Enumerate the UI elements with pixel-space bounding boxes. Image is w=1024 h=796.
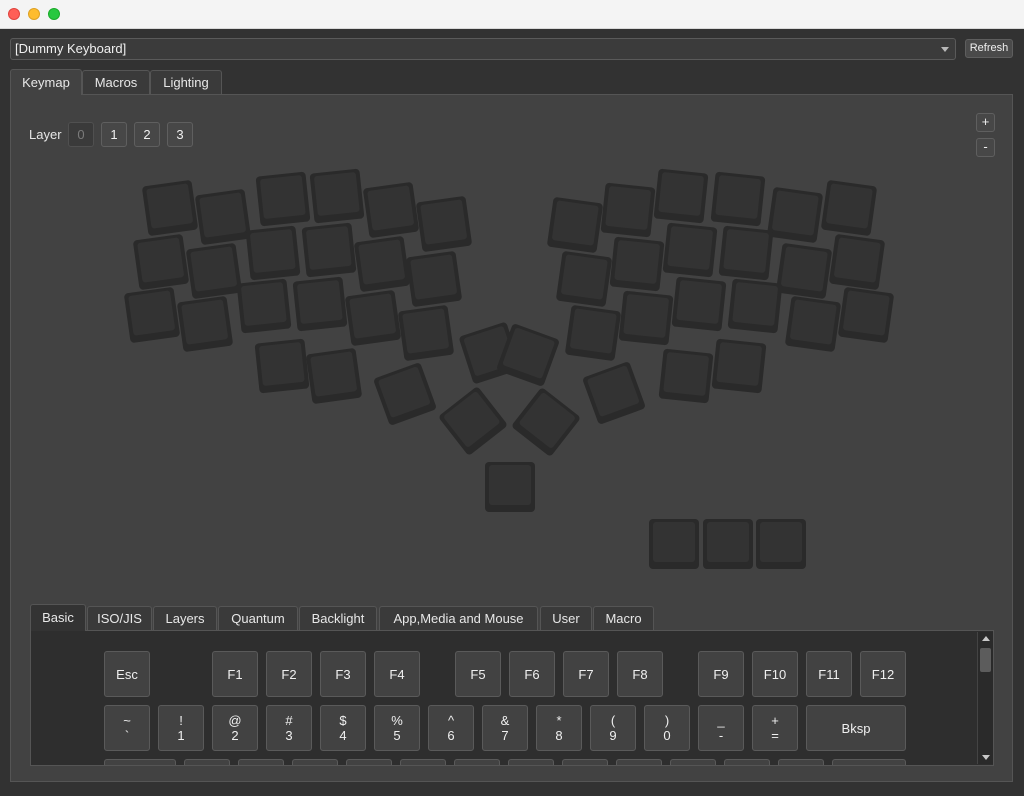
keycode-label: 5	[393, 728, 401, 743]
keycode-partial[interactable]	[778, 759, 824, 765]
layer-label: Layer	[29, 127, 62, 142]
keycode-label: 6	[447, 728, 455, 743]
close-window-icon[interactable]	[8, 8, 20, 20]
keycode-shift-label: @	[228, 713, 242, 728]
keycode-5[interactable]: % 5	[374, 705, 420, 751]
keycode-partial[interactable]	[238, 759, 284, 765]
keycode-label: 7	[501, 728, 509, 743]
layer-button-2[interactable]: 2	[134, 122, 160, 147]
keycode-shift-label: &	[500, 713, 510, 728]
keycode-partial[interactable]	[454, 759, 500, 765]
keycode--[interactable]: _ -	[698, 705, 744, 751]
keycode-shift-label: _	[717, 713, 725, 728]
keycode-=[interactable]: + =	[752, 705, 798, 751]
keycode-scrollbar[interactable]	[977, 632, 993, 764]
minimize-window-icon[interactable]	[28, 8, 40, 20]
tab-layers[interactable]: Layers	[153, 606, 217, 630]
keycode-3[interactable]: #3	[266, 705, 312, 751]
zoom-in-button[interactable]: +	[976, 113, 995, 132]
keycode-shift-label: !	[179, 713, 183, 728]
keycode-8[interactable]: * 8	[536, 705, 582, 751]
keycode-f9[interactable]: F9	[698, 651, 744, 697]
keycode-4[interactable]: $4	[320, 705, 366, 751]
keycode-1[interactable]: ! 1	[158, 705, 204, 751]
refresh-button[interactable]: Refresh	[965, 39, 1013, 58]
tab-user[interactable]: User	[540, 606, 592, 630]
keycode-label: 0	[663, 728, 671, 743]
keycode-esc[interactable]: Esc	[104, 651, 150, 697]
keycode-label: 8	[555, 728, 563, 743]
keycode-7[interactable]: & 7	[482, 705, 528, 751]
keycode-partial[interactable]	[104, 759, 176, 765]
keycode-2[interactable]: @2	[212, 705, 258, 751]
keycode-f10[interactable]: F10	[752, 651, 798, 697]
keycode-partial[interactable]	[670, 759, 716, 765]
keycode-partial[interactable]	[400, 759, 446, 765]
tab-keymap[interactable]: Keymap	[10, 69, 82, 95]
tab-backlight[interactable]: Backlight	[299, 606, 377, 630]
keycode-shift-label: *	[556, 713, 562, 728]
keycode-`[interactable]: ~ `	[104, 705, 150, 751]
keycode-f8[interactable]: F8	[617, 651, 663, 697]
keycode-partial[interactable]	[508, 759, 554, 765]
keycode-label: 3	[285, 728, 293, 743]
layer-button-3[interactable]: 3	[167, 122, 193, 147]
keycode-label: =	[771, 728, 779, 743]
keycode-label: 9	[609, 728, 617, 743]
tab-lighting[interactable]: Lighting	[150, 70, 222, 94]
keycode-partial[interactable]	[184, 759, 230, 765]
keycode-shift-label: +	[771, 713, 779, 728]
keycode-shift-label: %	[391, 713, 403, 728]
layer-button-1[interactable]: 1	[101, 122, 127, 147]
keycode-shift-label: ^	[447, 713, 455, 728]
keycode-shift-label: ~	[123, 713, 131, 728]
keycode-label: 1	[177, 728, 185, 743]
keycode-label: -	[718, 728, 724, 743]
tab-macros[interactable]: Macros	[82, 70, 150, 94]
keycode-f4[interactable]: F4	[374, 651, 420, 697]
tab-macro[interactable]: Macro	[593, 606, 654, 630]
keycode-partial[interactable]	[562, 759, 608, 765]
scroll-thumb[interactable]	[980, 648, 991, 672]
keycode-partial[interactable]	[724, 759, 770, 765]
keycode-f3[interactable]: F3	[320, 651, 366, 697]
keycode-f5[interactable]: F5	[455, 651, 501, 697]
chevron-down-icon	[941, 47, 949, 52]
keycode-shift-label: )	[664, 713, 670, 728]
keycode-label: `	[124, 728, 130, 743]
keycode-f6[interactable]: F6	[509, 651, 555, 697]
keycode-label: Bksp	[841, 720, 871, 736]
keycode-9[interactable]: (9	[590, 705, 636, 751]
scroll-down-icon[interactable]	[982, 755, 990, 760]
keycode-0[interactable]: ) 0	[644, 705, 690, 751]
keycode-label: 4	[339, 728, 347, 743]
keyboard-select[interactable]: [Dummy Keyboard]	[10, 38, 956, 60]
keycode-partial[interactable]	[616, 759, 662, 765]
tab-quantum[interactable]: Quantum	[218, 606, 298, 630]
tab-iso-jis[interactable]: ISO/JIS	[87, 606, 152, 630]
keycode-partial[interactable]	[292, 759, 338, 765]
tab-app-media-mouse[interactable]: App,Media and Mouse	[379, 606, 538, 630]
keycode-partial[interactable]	[346, 759, 392, 765]
keycode-f1[interactable]: F1	[212, 651, 258, 697]
layer-button-0[interactable]: 0	[68, 122, 94, 147]
keycode-label: 2	[231, 728, 239, 743]
keycode-f7[interactable]: F7	[563, 651, 609, 697]
keycode-partial[interactable]	[832, 759, 906, 765]
keyboard-select-value: [Dummy Keyboard]	[15, 41, 127, 56]
keycode-6[interactable]: ^ 6	[428, 705, 474, 751]
zoom-window-icon[interactable]	[48, 8, 60, 20]
scroll-up-icon[interactable]	[982, 636, 990, 641]
keycode-shift-label: $	[339, 713, 347, 728]
keycode-f2[interactable]: F2	[266, 651, 312, 697]
keycode-f11[interactable]: F11	[806, 651, 852, 697]
keycode-shift-label: #	[285, 713, 293, 728]
window-titlebar	[0, 0, 1024, 29]
tab-basic[interactable]: Basic	[30, 604, 86, 631]
zoom-out-button[interactable]: -	[976, 138, 995, 157]
keycode-shift-label: (	[610, 713, 616, 728]
keycode-bksp[interactable]: Bksp	[806, 705, 906, 751]
keycode-f12[interactable]: F12	[860, 651, 906, 697]
